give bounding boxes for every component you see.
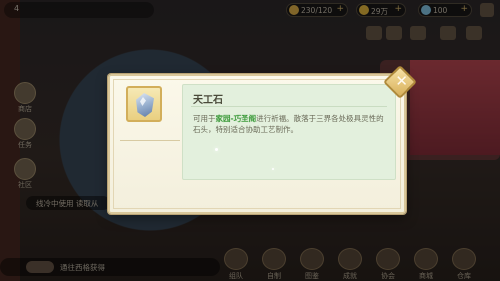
status-text: 线冷中使用 读取从 [36,199,99,208]
bottom-nav-label-3: 成就 [343,272,357,280]
sparkle-effect [215,148,218,151]
menu-icon[interactable] [466,26,482,40]
mail-icon[interactable] [366,26,382,40]
bottom-nav-label-0: 组队 [229,272,243,280]
event-banner[interactable] [410,60,500,155]
stamina-resource[interactable]: 230/120 + [286,3,348,17]
chat-bar[interactable]: 通往西格获得 [0,258,220,276]
achievement-nav-icon[interactable] [338,248,362,270]
event-icon[interactable] [386,26,402,40]
left-nav-label-1: 任务 [18,141,32,149]
item-description: 可用于家园-巧圣阁进行祈福。散落于三界各处极具灵性的石头，特别适合协助工艺制作。 [193,113,389,135]
stamina-icon [289,5,299,15]
stamina-value: 230/120 [301,6,333,15]
sparkle-effect [272,168,274,170]
left-nav-label-0: 商店 [18,105,32,113]
quest-icon[interactable] [14,118,36,140]
store-nav-icon[interactable] [414,248,438,270]
gem-icon [136,93,154,117]
settings-icon[interactable] [480,3,494,17]
item-name: 天工石 [193,95,223,106]
diamond-value: 100 [433,6,448,15]
left-nav-label-2: 社区 [18,181,32,189]
craft-nav-icon[interactable] [262,248,286,270]
top-bar: 4 230/120 + 29万 + 100 + [0,0,500,20]
desc-location-link: 家园-巧圣阁 [215,114,257,123]
item-icon-frame [126,86,162,122]
coin-value: 29万 [371,7,389,16]
collection-nav-icon[interactable] [300,248,324,270]
desc-prefix: 可用于 [193,114,216,123]
diamond-icon [421,5,431,15]
guild-nav-icon[interactable] [376,248,400,270]
bottom-nav-label-4: 协会 [381,272,395,280]
bottom-nav-label-5: 商城 [419,272,433,280]
description-divider [191,106,387,107]
warehouse-nav-icon[interactable] [452,248,476,270]
item-description-panel: 天工石 可用于家园-巧圣阁进行祈福。散落于三界各处极具灵性的石头，特别适合协助工… [182,84,396,180]
bottom-nav-label-2: 图鉴 [305,272,319,280]
bottom-nav-label-1: 自制 [267,272,281,280]
chat-text: 通往西格获得 [60,263,105,272]
chat-channel-tag[interactable] [26,261,54,273]
gift-icon[interactable] [410,26,426,40]
icon-divider [120,140,180,141]
add-coin-icon[interactable]: + [394,4,402,14]
status-pill[interactable]: 线冷中使用 读取从 [26,196,110,210]
player-level-box[interactable]: 4 [4,2,154,18]
player-level: 4 [14,4,20,13]
shop-icon[interactable] [14,82,36,104]
coin-icon [359,5,369,15]
item-detail-popup: 天工石 可用于家园-巧圣阁进行祈福。散落于三界各处极具灵性的石头，特别适合协助工… [108,74,406,214]
coin-resource[interactable]: 29万 + [356,3,406,17]
close-icon: ✕ [395,71,408,90]
add-diamond-icon[interactable]: + [460,4,468,14]
ranking-icon[interactable] [440,26,456,40]
add-stamina-icon[interactable]: + [336,4,344,14]
team-nav-icon[interactable] [224,248,248,270]
bottom-nav-label-6: 仓库 [457,272,471,280]
community-icon[interactable] [14,158,36,180]
diamond-resource[interactable]: 100 + [418,3,472,17]
